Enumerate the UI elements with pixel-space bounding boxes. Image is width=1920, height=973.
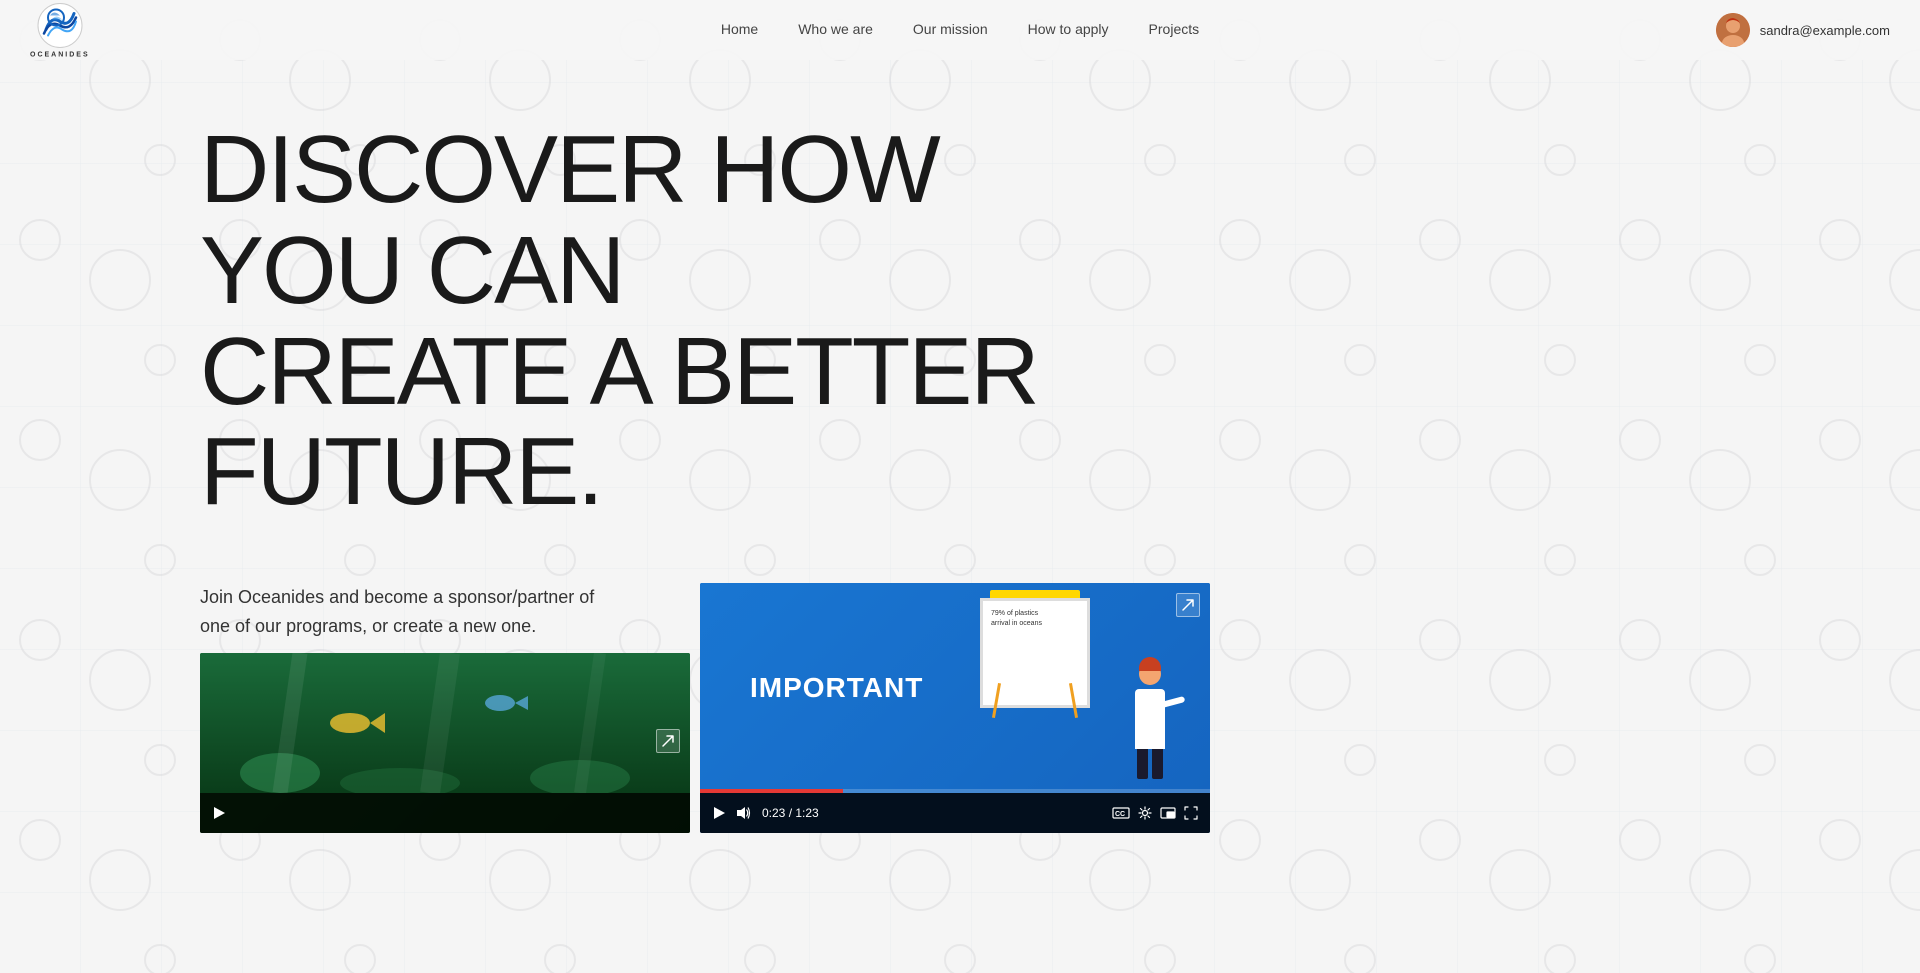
nav-item-our-mission[interactable]: Our mission <box>913 21 988 39</box>
avatar <box>1716 13 1750 47</box>
video-important-label: IMPORTANT <box>750 672 923 704</box>
logo[interactable]: OCEANIDES <box>30 2 90 59</box>
logo-text: OCEANIDES <box>30 52 90 59</box>
user-email: sandra@example.com <box>1760 23 1890 38</box>
video-controls: 0:23 / 1:23 CC <box>700 793 1210 833</box>
video-external-link-icon[interactable] <box>1176 593 1200 617</box>
nav-item-projects[interactable]: Projects <box>1149 21 1200 39</box>
fullscreen-button[interactable] <box>1184 806 1198 820</box>
person-head <box>1139 663 1161 685</box>
whiteboard: 79% of plastics arrival in oceans <box>980 598 1090 718</box>
bottom-video-controls <box>200 793 690 833</box>
person-body <box>1135 689 1165 749</box>
video-progress-fill <box>700 789 843 793</box>
video-content: IMPORTANT 79% of plastics arrival in oce… <box>700 583 1210 793</box>
bottom-video-section <box>200 653 690 833</box>
bottom-video-external-link-icon[interactable] <box>656 729 680 753</box>
video-time: 0:23 / 1:23 <box>762 806 819 820</box>
hero-title: DISCOVER HOW YOU CAN CREATE A BETTER FUT… <box>200 120 1100 523</box>
navbar: OCEANIDES Home Who we are Our mission Ho… <box>0 0 1920 60</box>
play-button[interactable] <box>712 806 726 820</box>
nav-links: Home Who we are Our mission How to apply… <box>721 21 1199 39</box>
main-content: DISCOVER HOW YOU CAN CREATE A BETTER FUT… <box>0 60 1920 833</box>
person-illustration <box>1120 663 1180 793</box>
person-arm <box>1161 696 1186 708</box>
nav-item-who-we-are[interactable]: Who we are <box>798 21 873 39</box>
video-progress-bg[interactable] <box>700 789 1210 793</box>
captions-button[interactable]: CC <box>1112 807 1130 819</box>
settings-button[interactable] <box>1138 806 1152 820</box>
miniplayer-button[interactable] <box>1160 807 1176 819</box>
nav-item-how-to-apply[interactable]: How to apply <box>1028 21 1109 39</box>
person-leg-left <box>1137 749 1148 779</box>
video-main[interactable]: IMPORTANT 79% of plastics arrival in oce… <box>700 583 1210 833</box>
svg-text:CC: CC <box>1115 811 1125 818</box>
whiteboard-text: 79% of plastics arrival in oceans <box>991 609 1079 629</box>
bottom-play-button[interactable] <box>212 806 226 820</box>
bottom-video[interactable] <box>200 653 690 833</box>
person-hair <box>1139 657 1161 671</box>
nav-item-home[interactable]: Home <box>721 21 758 39</box>
video-right-controls: CC <box>1112 806 1198 820</box>
person-leg-right <box>1152 749 1163 779</box>
hero-description: Join Oceanides and become a sponsor/part… <box>200 583 600 641</box>
bottom-video-content <box>200 653 690 793</box>
user-profile[interactable]: sandra@example.com <box>1716 13 1890 47</box>
whiteboard-bar <box>990 590 1080 598</box>
person-legs <box>1120 749 1180 779</box>
volume-button[interactable] <box>736 806 752 820</box>
hero-video: IMPORTANT 79% of plastics arrival in oce… <box>700 583 1210 833</box>
